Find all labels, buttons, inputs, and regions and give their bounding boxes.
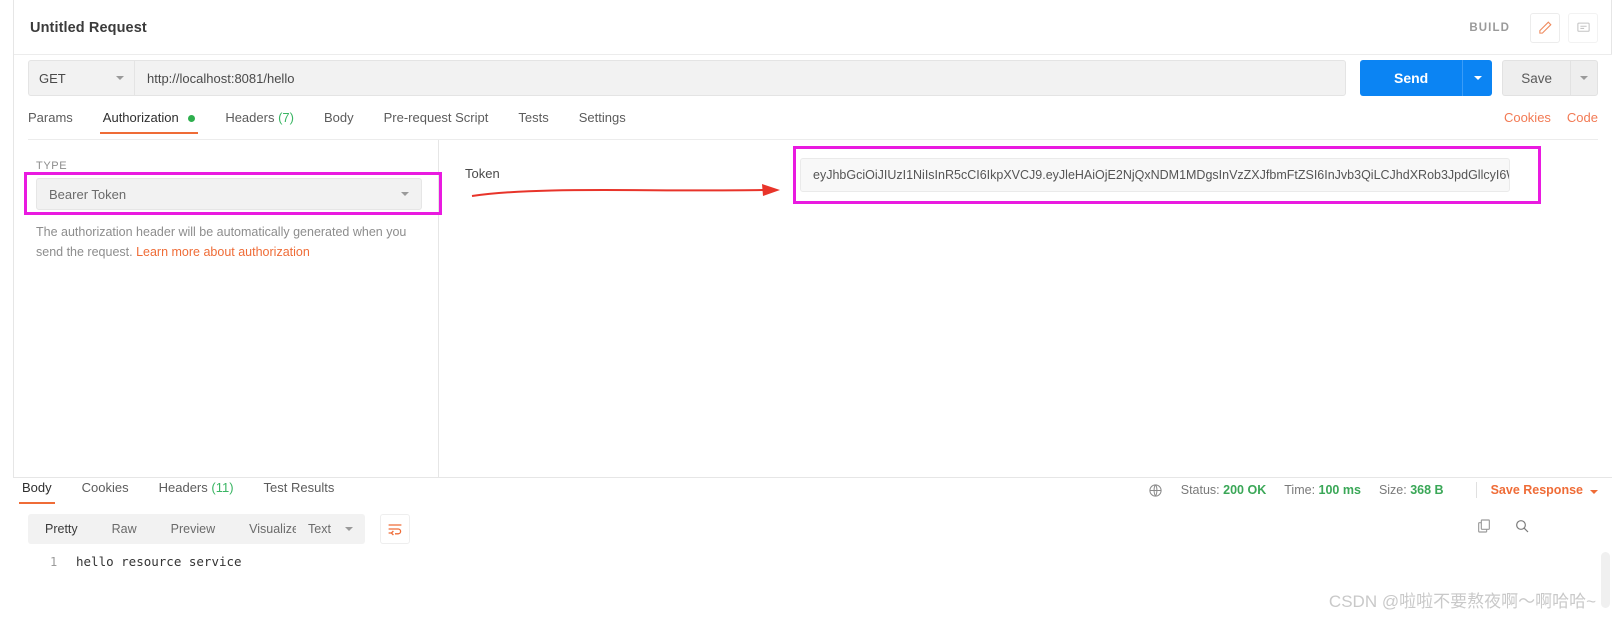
chevron-down-icon[interactable] xyxy=(1590,481,1598,499)
globe-icon[interactable] xyxy=(1148,483,1163,498)
tab-label: Test Results xyxy=(263,480,335,495)
chevron-down-icon xyxy=(116,76,124,80)
time-value: 100 ms xyxy=(1318,483,1361,497)
send-options-button[interactable] xyxy=(1462,60,1493,96)
chevron-down-icon xyxy=(401,192,409,196)
tab-authorization[interactable]: Authorization xyxy=(99,110,198,134)
chevron-down-icon xyxy=(1580,76,1588,80)
send-button-group: Send xyxy=(1359,60,1493,96)
headers-count: (7) xyxy=(278,110,294,125)
request-tabs: Params Authorization Headers (7) Body Pr… xyxy=(28,110,1598,140)
tab-label: Pre-request Script xyxy=(383,110,489,125)
line-number: 1 xyxy=(50,555,58,569)
annotation-arrow xyxy=(471,184,780,197)
pencil-icon[interactable] xyxy=(1530,12,1560,43)
url-value: http://localhost:8081/hello xyxy=(147,70,295,86)
tab-headers[interactable]: Headers (7) xyxy=(225,110,294,134)
titlebar-actions: BUILD xyxy=(1469,0,1612,55)
time-label: Time: xyxy=(1284,483,1316,497)
tab-label: Params xyxy=(28,110,73,125)
time-stat: Time: 100 ms xyxy=(1284,483,1361,497)
response-format-bar: Pretty Raw Preview Visualize Text xyxy=(28,514,1598,544)
status-divider xyxy=(1475,482,1477,498)
response-tab-body[interactable]: Body xyxy=(19,480,55,504)
chevron-down-glyph xyxy=(1590,490,1598,494)
auth-type-label: TYPE xyxy=(36,160,68,172)
url-input[interactable]: http://localhost:8081/hello xyxy=(134,60,1346,96)
code-link[interactable]: Code xyxy=(1567,110,1598,125)
search-icon[interactable] xyxy=(1514,518,1530,539)
tab-label: Headers xyxy=(158,480,208,495)
request-tabs-links: Cookies Code xyxy=(1504,110,1598,125)
auth-help-text: The authorization header will be automat… xyxy=(36,222,416,262)
build-label: BUILD xyxy=(1469,21,1510,34)
save-button[interactable]: Save xyxy=(1502,60,1570,96)
tab-label: Body xyxy=(22,480,52,495)
format-tab-pretty[interactable]: Pretty xyxy=(28,522,95,536)
size-label: Size: xyxy=(1378,483,1407,497)
url-bar: GET http://localhost:8081/hello Send Sav… xyxy=(28,60,1598,96)
save-options-button[interactable] xyxy=(1570,60,1598,96)
left-rail xyxy=(0,0,14,478)
status-label: Status: xyxy=(1180,483,1220,497)
save-response-button[interactable]: Save Response xyxy=(1491,483,1583,497)
response-body-text: hello resource service xyxy=(76,554,242,569)
page-title: Untitled Request xyxy=(30,19,147,36)
word-wrap-icon[interactable] xyxy=(380,514,410,544)
tab-label: Body xyxy=(323,110,354,125)
token-input[interactable]: eyJhbGciOiJIUzI1NiIsInR5cCI6IkpXVCJ9.eyJ… xyxy=(800,158,1510,192)
token-label: Token xyxy=(465,166,500,181)
response-tab-test-results[interactable]: Test Results xyxy=(264,480,335,504)
tab-label: Cookies xyxy=(81,480,129,495)
tab-body[interactable]: Body xyxy=(324,110,354,134)
tab-label: Authorization xyxy=(102,110,179,125)
request-titlebar: Untitled Request BUILD xyxy=(14,0,1612,55)
titlebar-underline xyxy=(14,54,1612,55)
format-tab-preview[interactable]: Preview xyxy=(154,522,232,536)
chevron-down-icon xyxy=(344,527,353,531)
http-method-select[interactable]: GET xyxy=(28,60,134,96)
tab-label: Tests xyxy=(518,110,549,125)
auth-active-dot-icon xyxy=(188,115,196,123)
cookies-link[interactable]: Cookies xyxy=(1504,110,1551,125)
status-value: 200 OK xyxy=(1223,483,1267,497)
tab-params[interactable]: Params xyxy=(28,110,73,134)
response-format-tabs: Pretty Raw Preview Visualize xyxy=(28,514,316,544)
postman-window: Untitled Request BUILD GET http://localh… xyxy=(0,0,1612,620)
response-headers-count: (11) xyxy=(211,480,234,495)
tab-tests[interactable]: Tests xyxy=(518,110,548,134)
http-method-value: GET xyxy=(39,70,66,86)
auth-type-panel: TYPE Bearer Token The authorization head… xyxy=(14,140,439,478)
learn-more-link[interactable]: Learn more about authorization xyxy=(136,245,310,259)
response-tab-cookies[interactable]: Cookies xyxy=(82,480,129,504)
tab-label: Settings xyxy=(578,110,626,125)
token-value: eyJhbGciOiJIUzI1NiIsInR5cCI6IkpXVCJ9.eyJ… xyxy=(813,168,1509,182)
response-tabs: Body Cookies Headers (11) Test Results S… xyxy=(19,480,1598,510)
tab-label: Headers xyxy=(225,110,275,125)
content-type-select[interactable]: Text xyxy=(296,514,365,544)
response-tab-headers[interactable]: Headers (11) xyxy=(159,480,234,504)
auth-type-select[interactable]: Bearer Token xyxy=(36,178,422,210)
tab-settings[interactable]: Settings xyxy=(579,110,626,134)
watermark: CSDN @啦啦不要熬夜啊～啊哈哈~ xyxy=(1328,592,1596,611)
response-divider xyxy=(14,477,1612,478)
vertical-scrollbar[interactable] xyxy=(1601,552,1610,608)
copy-icon[interactable] xyxy=(1476,518,1492,539)
response-status-bar: Status: 200 OK Time: 100 ms Size: 368 B … xyxy=(1148,480,1598,499)
status-badge: Status: 200 OK xyxy=(1181,483,1267,497)
save-button-group: Save xyxy=(1502,60,1598,96)
size-value: 368 B xyxy=(1410,483,1444,497)
tab-pre-request-script[interactable]: Pre-request Script xyxy=(384,110,489,134)
response-body-actions xyxy=(1476,518,1530,539)
chevron-down-icon xyxy=(1473,76,1482,80)
content-type-value: Text xyxy=(308,522,331,536)
auth-type-value: Bearer Token xyxy=(49,186,127,202)
size-stat: Size: 368 B xyxy=(1379,483,1444,497)
send-button[interactable]: Send xyxy=(1359,60,1463,96)
format-tab-raw[interactable]: Raw xyxy=(95,522,154,536)
comment-icon[interactable] xyxy=(1568,12,1598,43)
